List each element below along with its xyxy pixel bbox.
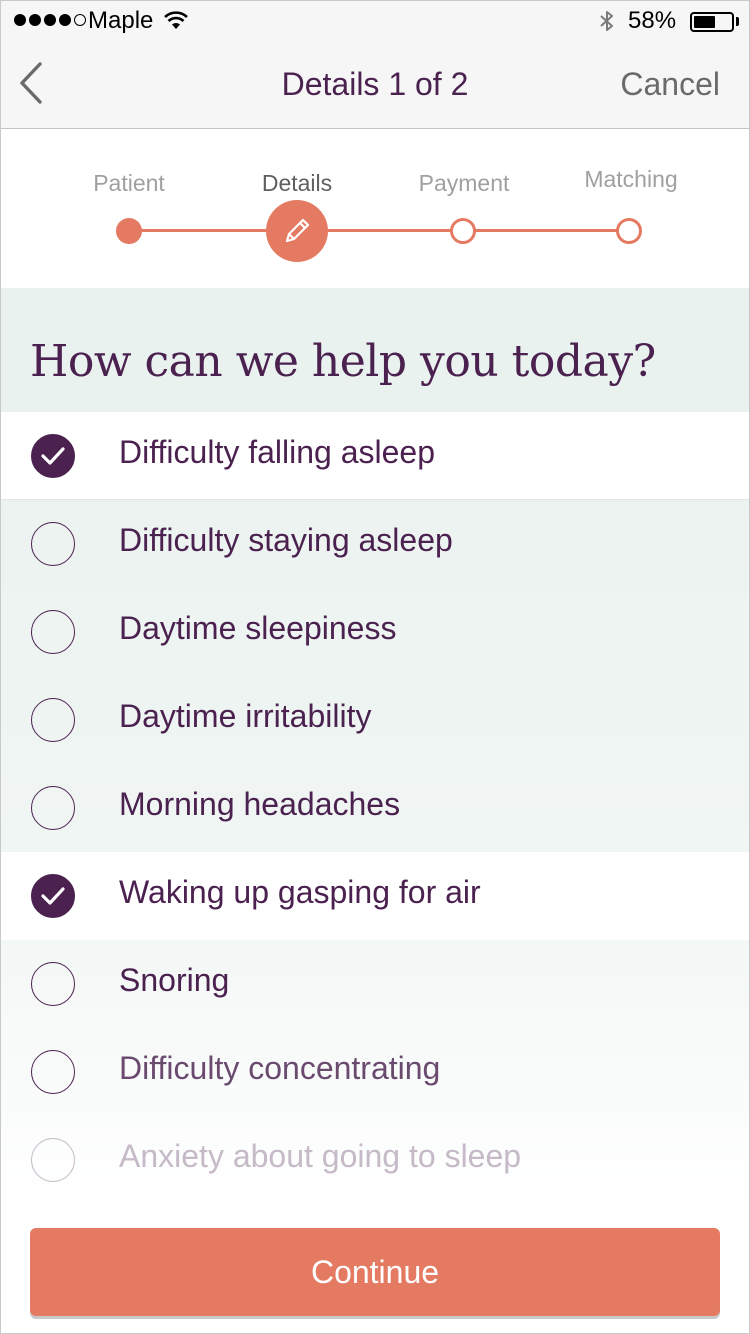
battery-tip [736, 17, 739, 26]
pencil-icon [285, 218, 310, 243]
step-marker-matching [616, 218, 642, 244]
option-label: Anxiety about going to sleep [119, 1138, 522, 1174]
checkbox-empty-icon[interactable] [31, 786, 75, 830]
checkbox-empty-icon[interactable] [31, 1138, 75, 1182]
step-label-matching: Matching [584, 166, 678, 192]
option-snoring[interactable]: Snoring [0, 940, 750, 1028]
step-marker-payment [450, 218, 476, 244]
option-label: Difficulty falling asleep [119, 434, 436, 470]
option-label: Morning headaches [119, 786, 401, 822]
checkbox-empty-icon[interactable] [31, 610, 75, 654]
option-label: Daytime irritability [119, 698, 372, 734]
cancel-button[interactable]: Cancel [620, 66, 720, 103]
battery-icon [690, 12, 734, 32]
option-waking-up-gasping[interactable]: Waking up gasping for air [0, 852, 750, 940]
bluetooth-icon [600, 11, 613, 31]
checkbox-empty-icon[interactable] [31, 962, 75, 1006]
step-label-patient: Patient [93, 170, 165, 196]
stepper-track [129, 229, 629, 232]
battery-percent: 58% [628, 7, 677, 34]
checkbox-checked-icon[interactable] [31, 434, 75, 478]
step-label-details: Details [261, 170, 333, 196]
signal-strength-icon [14, 14, 86, 26]
option-daytime-irritability[interactable]: Daytime irritability [0, 676, 750, 764]
option-anxiety-about-sleep[interactable]: Anxiety about going to sleep [0, 1116, 750, 1204]
option-daytime-sleepiness[interactable]: Daytime sleepiness [0, 588, 750, 676]
question-title: How can we help you today? [30, 336, 656, 387]
option-difficulty-concentrating[interactable]: Difficulty concentrating [0, 1028, 750, 1116]
question-header: How can we help you today? [0, 288, 750, 412]
step-label-payment: Payment [418, 170, 510, 196]
symptom-options-list: Difficulty falling asleep Difficulty sta… [0, 412, 750, 1212]
wifi-icon [164, 11, 188, 29]
continue-button[interactable]: Continue [30, 1228, 720, 1316]
checkbox-checked-icon[interactable] [31, 874, 75, 918]
checkbox-empty-icon[interactable] [31, 698, 75, 742]
step-marker-details [266, 200, 328, 262]
option-label: Difficulty concentrating [119, 1050, 441, 1086]
checkbox-empty-icon[interactable] [31, 522, 75, 566]
option-label: Snoring [119, 962, 230, 998]
navigation-bar: Details 1 of 2 Cancel [0, 42, 750, 129]
status-bar: Maple 58% [0, 0, 750, 42]
carrier-name: Maple [88, 7, 154, 34]
option-label: Difficulty staying asleep [119, 522, 453, 558]
option-label: Daytime sleepiness [119, 610, 397, 646]
checkbox-empty-icon[interactable] [31, 1050, 75, 1094]
step-marker-patient [116, 218, 142, 244]
option-morning-headaches[interactable]: Morning headaches [0, 764, 750, 852]
option-difficulty-falling-asleep[interactable]: Difficulty falling asleep [0, 412, 750, 500]
progress-stepper: Patient Details Payment Matching [0, 130, 750, 288]
option-difficulty-staying-asleep[interactable]: Difficulty staying asleep [0, 500, 750, 588]
option-label: Waking up gasping for air [119, 874, 481, 910]
